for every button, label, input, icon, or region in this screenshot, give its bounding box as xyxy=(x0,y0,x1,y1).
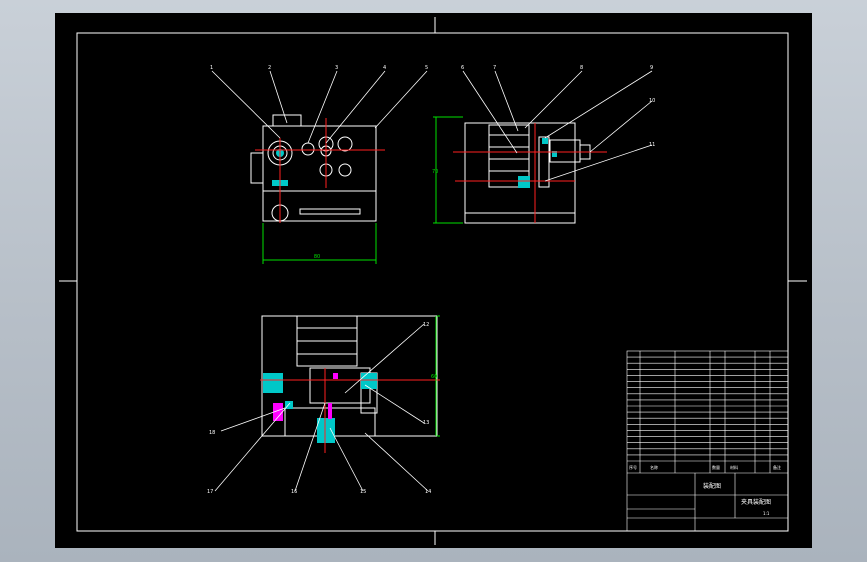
callout-17: 17 xyxy=(207,489,213,495)
callout-4: 4 xyxy=(383,65,386,71)
plan-view xyxy=(261,315,438,437)
callout-6: 6 xyxy=(461,65,464,71)
callout-9: 9 xyxy=(650,65,653,71)
callout-11: 11 xyxy=(649,142,655,148)
header-col-3: 数量 xyxy=(712,464,720,470)
callout-1: 1 xyxy=(210,65,213,71)
header-col-5: 备注 xyxy=(773,464,781,470)
callout-8: 8 xyxy=(580,65,583,71)
header-col-2: 名称 xyxy=(650,464,658,470)
callout-18: 18 xyxy=(209,430,215,436)
side-height-value: 70 xyxy=(432,169,438,175)
drawing-sheet[interactable]: 80 70 60 1 2 3 4 5 6 7 8 9 10 11 12 13 1… xyxy=(55,13,812,548)
callout-7: 7 xyxy=(493,65,496,71)
assembly-label: 装配图 xyxy=(703,482,721,490)
callout-3: 3 xyxy=(335,65,338,71)
callout-5: 5 xyxy=(425,65,428,71)
drawing-frame xyxy=(76,32,789,532)
callout-15: 15 xyxy=(360,489,366,495)
centering-marks xyxy=(59,17,807,545)
plan-height-value: 60 xyxy=(431,374,437,380)
scale-value: 1:1 xyxy=(763,511,770,516)
leader-lines xyxy=(211,70,653,492)
header-col-1: 序号 xyxy=(629,464,637,470)
part-title: 夹具装配图 xyxy=(741,498,771,506)
callout-2: 2 xyxy=(268,65,271,71)
callout-16: 16 xyxy=(291,489,297,495)
front-width-value: 80 xyxy=(314,254,320,260)
callout-12: 12 xyxy=(423,322,429,328)
side-view-centerlines xyxy=(453,123,607,223)
side-view xyxy=(464,122,603,224)
cad-drawing-canvas[interactable]: 80 70 60 1 2 3 4 5 6 7 8 9 10 11 12 13 1… xyxy=(55,13,812,548)
header-col-4: 材料 xyxy=(730,464,738,470)
plan-view-centerlines xyxy=(260,368,440,453)
title-block-header: 序号 名称 数量 材料 备注 xyxy=(629,464,781,470)
bom-rows xyxy=(627,356,788,456)
callout-14: 14 xyxy=(425,489,431,495)
callouts: 1 2 3 4 5 6 7 8 9 10 11 12 13 14 15 16 1… xyxy=(207,65,655,495)
callout-13: 13 xyxy=(423,420,429,426)
callout-10: 10 xyxy=(649,98,655,104)
front-view xyxy=(250,114,377,222)
